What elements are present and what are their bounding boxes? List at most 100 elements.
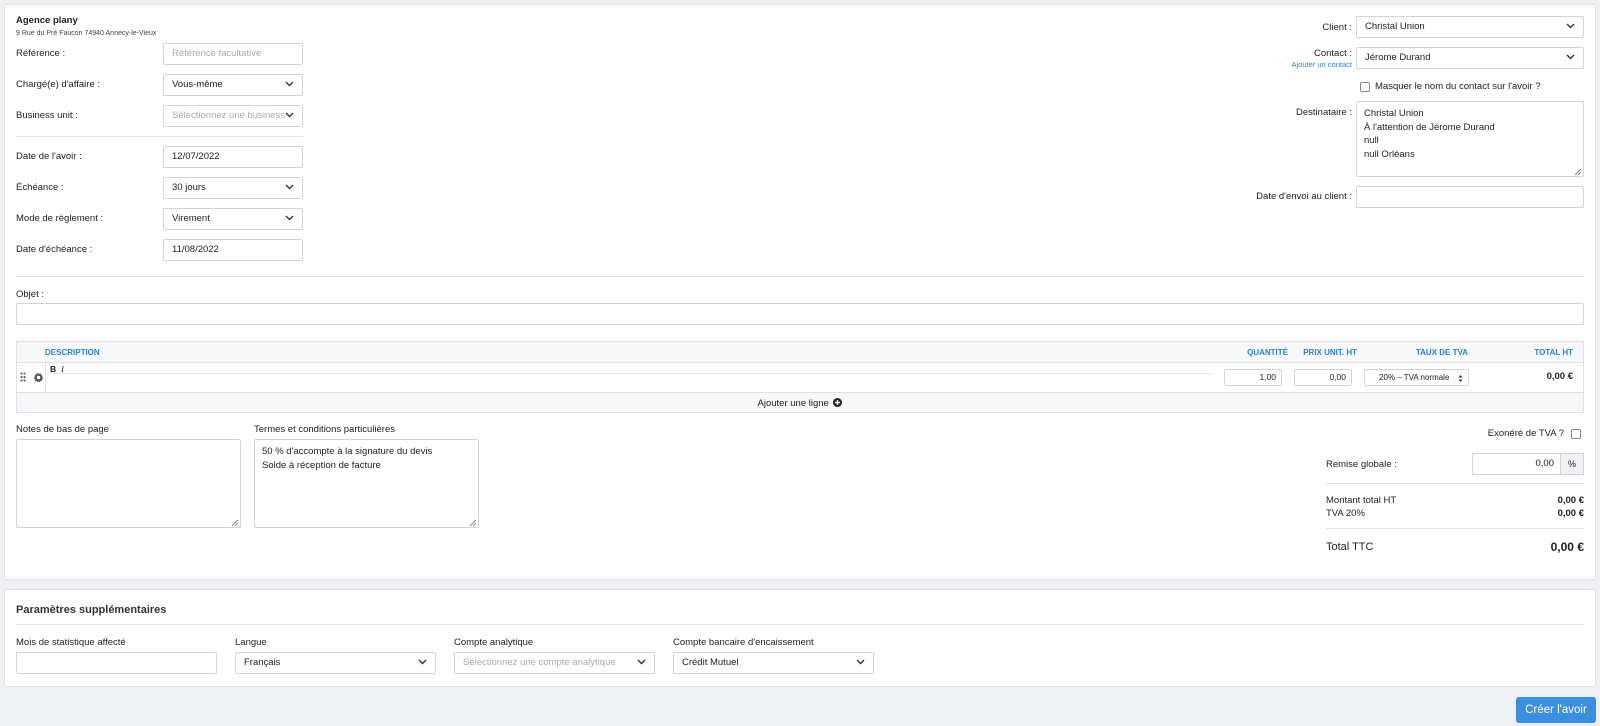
- invoice-form-panel: Agence plany 9 Rue du Pré Faucon 74940 A…: [4, 4, 1596, 580]
- client-value: Christal Union: [1365, 21, 1425, 32]
- charge-affaire-value: Vous-même: [172, 79, 223, 90]
- description-header: DESCRIPTION: [45, 348, 100, 357]
- create-avoir-button[interactable]: Créer l'avoir: [1516, 697, 1596, 723]
- termes-line: 50 % d'accompte à la signature du devis: [262, 446, 433, 457]
- mois-label: Mois de statistique affecté: [16, 637, 126, 648]
- chevron-down-icon: [856, 659, 865, 665]
- destinataire-line: À l'attention de Jérome Durand: [1364, 121, 1495, 133]
- remise-unit: %: [1560, 453, 1584, 475]
- montant-ht-label: Montant total HT: [1326, 495, 1397, 506]
- ttc-value: 0,00 €: [1550, 540, 1584, 554]
- params-panel: Paramètres supplémentaires Mois de stati…: [4, 589, 1596, 687]
- agency-address: 9 Rue du Pré Faucon 74940 Annecy-le-Vieu…: [16, 30, 157, 37]
- chevron-down-icon: [285, 81, 294, 87]
- langue-value: Français: [244, 657, 281, 668]
- prix-header: PRIX UNIT. HT: [1303, 348, 1357, 357]
- add-line-button[interactable]: Ajouter une ligne: [17, 395, 1583, 413]
- tva-select[interactable]: 20% – TVA normale: [1364, 369, 1469, 386]
- destinataire-textarea[interactable]: Christal Union À l'attention de Jérome D…: [1356, 101, 1584, 177]
- mode-reglement-value: Virement: [172, 213, 210, 224]
- description-editor[interactable]: B I: [45, 363, 1211, 392]
- drag-handle-icon[interactable]: [20, 372, 26, 385]
- chevron-down-icon: [418, 659, 427, 665]
- mois-input[interactable]: [16, 652, 217, 674]
- quantite-input[interactable]: 1,00: [1224, 369, 1282, 386]
- notes-label: Notes de bas de page: [16, 424, 109, 435]
- objet-input[interactable]: [16, 303, 1584, 325]
- reference-label: Référence :: [16, 48, 66, 59]
- masquer-contact-label: Masquer le nom du contact sur l'avoir ?: [1375, 81, 1541, 92]
- compte-analytique-label: Compte analytique: [454, 637, 534, 648]
- date-envoi-label: Date d'envoi au client :: [1256, 191, 1352, 202]
- tva-label: TVA 20%: [1326, 508, 1365, 519]
- sort-arrows-icon: [1458, 373, 1463, 385]
- termes-textarea[interactable]: 50 % d'accompte à la signature du devis …: [254, 439, 479, 528]
- reference-input[interactable]: Référence facultative: [163, 43, 303, 65]
- destinataire-line: null: [1364, 135, 1379, 146]
- destinataire-line: Christal Union: [1364, 108, 1424, 119]
- langue-label: Langue: [235, 637, 267, 648]
- termes-label: Termes et conditions particulières: [254, 424, 395, 435]
- add-line-label: Ajouter une ligne: [757, 398, 829, 409]
- charge-affaire-label: Chargé(e) d'affaire :: [16, 79, 101, 90]
- echeance-label: Échéance :: [16, 182, 64, 193]
- date-echeance-label: Date d'échéance :: [16, 244, 93, 255]
- charge-affaire-select[interactable]: Vous-même: [163, 74, 303, 96]
- exonere-checkbox[interactable]: [1571, 429, 1581, 439]
- prix-input[interactable]: 0,00: [1294, 369, 1352, 386]
- date-avoir-input[interactable]: 12/07/2022: [163, 146, 303, 168]
- params-title: Paramètres supplémentaires: [16, 604, 167, 616]
- lines-table: DESCRIPTION QUANTITÉ PRIX UNIT. HT TAUX …: [16, 341, 1584, 413]
- plus-circle-icon: [833, 396, 843, 414]
- compte-bancaire-value: Crédit Mutuel: [682, 657, 739, 668]
- chevron-down-icon: [285, 184, 294, 190]
- client-label: Client :: [1322, 22, 1352, 33]
- business-unit-select[interactable]: Sélectionnez une business: [163, 105, 303, 127]
- remise-input[interactable]: 0,00: [1472, 453, 1561, 475]
- business-unit-label: Business unit :: [16, 110, 78, 121]
- objet-label: Objet :: [16, 289, 44, 300]
- destinataire-line: null Orléans: [1364, 148, 1415, 160]
- echeance-value: 30 jours: [172, 182, 206, 193]
- table-row: B I 1,00 0,00 20% – TVA normale 0,00 €: [17, 362, 1583, 393]
- client-select[interactable]: Christal Union: [1356, 16, 1584, 38]
- divider: [1326, 483, 1584, 484]
- contact-value: Jérome Durand: [1365, 52, 1431, 63]
- chevron-down-icon: [285, 112, 294, 118]
- chevron-down-icon: [1566, 23, 1575, 29]
- compte-analytique-placeholder: Sélectionnez une compte analytique: [463, 657, 616, 668]
- mode-reglement-select[interactable]: Virement: [163, 208, 303, 230]
- remise-label: Remise globale :: [1326, 459, 1397, 470]
- echeance-select[interactable]: 30 jours: [163, 177, 303, 199]
- tva-header: TAUX DE TVA: [1415, 348, 1468, 357]
- compte-bancaire-label: Compte bancaire d'encaissement: [673, 637, 814, 648]
- mode-reglement-label: Mode de règlement :: [16, 213, 104, 224]
- resize-handle-icon[interactable]: [1574, 167, 1582, 176]
- destinataire-label: Destinataire :: [1296, 107, 1352, 118]
- divider: [16, 624, 1584, 625]
- chevron-down-icon: [1566, 54, 1575, 60]
- masquer-contact-checkbox[interactable]: [1360, 82, 1370, 92]
- add-contact-link[interactable]: Ajouter un contact: [1292, 60, 1352, 69]
- exonere-label: Exonéré de TVA ?: [1487, 428, 1564, 439]
- date-echeance-input[interactable]: 11/08/2022: [163, 239, 303, 261]
- contact-label: Contact :: [1313, 48, 1352, 59]
- montant-ht-value: 0,00 €: [1557, 495, 1584, 506]
- row-total: 0,00 €: [1546, 371, 1573, 382]
- chevron-down-icon: [285, 215, 294, 221]
- tva-value: 0,00 €: [1557, 508, 1584, 519]
- total-header: TOTAL HT: [1534, 348, 1573, 357]
- divider: [1326, 528, 1584, 529]
- date-envoi-input[interactable]: [1356, 186, 1584, 208]
- resize-handle-icon[interactable]: [469, 518, 477, 527]
- langue-select[interactable]: Français: [235, 652, 436, 674]
- quantite-header: QUANTITÉ: [1247, 348, 1288, 357]
- resize-handle-icon[interactable]: [231, 518, 239, 527]
- date-avoir-label: Date de l'avoir :: [16, 151, 82, 162]
- notes-textarea[interactable]: [16, 439, 241, 528]
- compte-analytique-select[interactable]: Sélectionnez une compte analytique: [454, 652, 655, 674]
- gear-icon[interactable]: [33, 372, 44, 386]
- divider: [16, 136, 303, 137]
- compte-bancaire-select[interactable]: Crédit Mutuel: [673, 652, 874, 674]
- contact-select[interactable]: Jérome Durand: [1356, 47, 1584, 69]
